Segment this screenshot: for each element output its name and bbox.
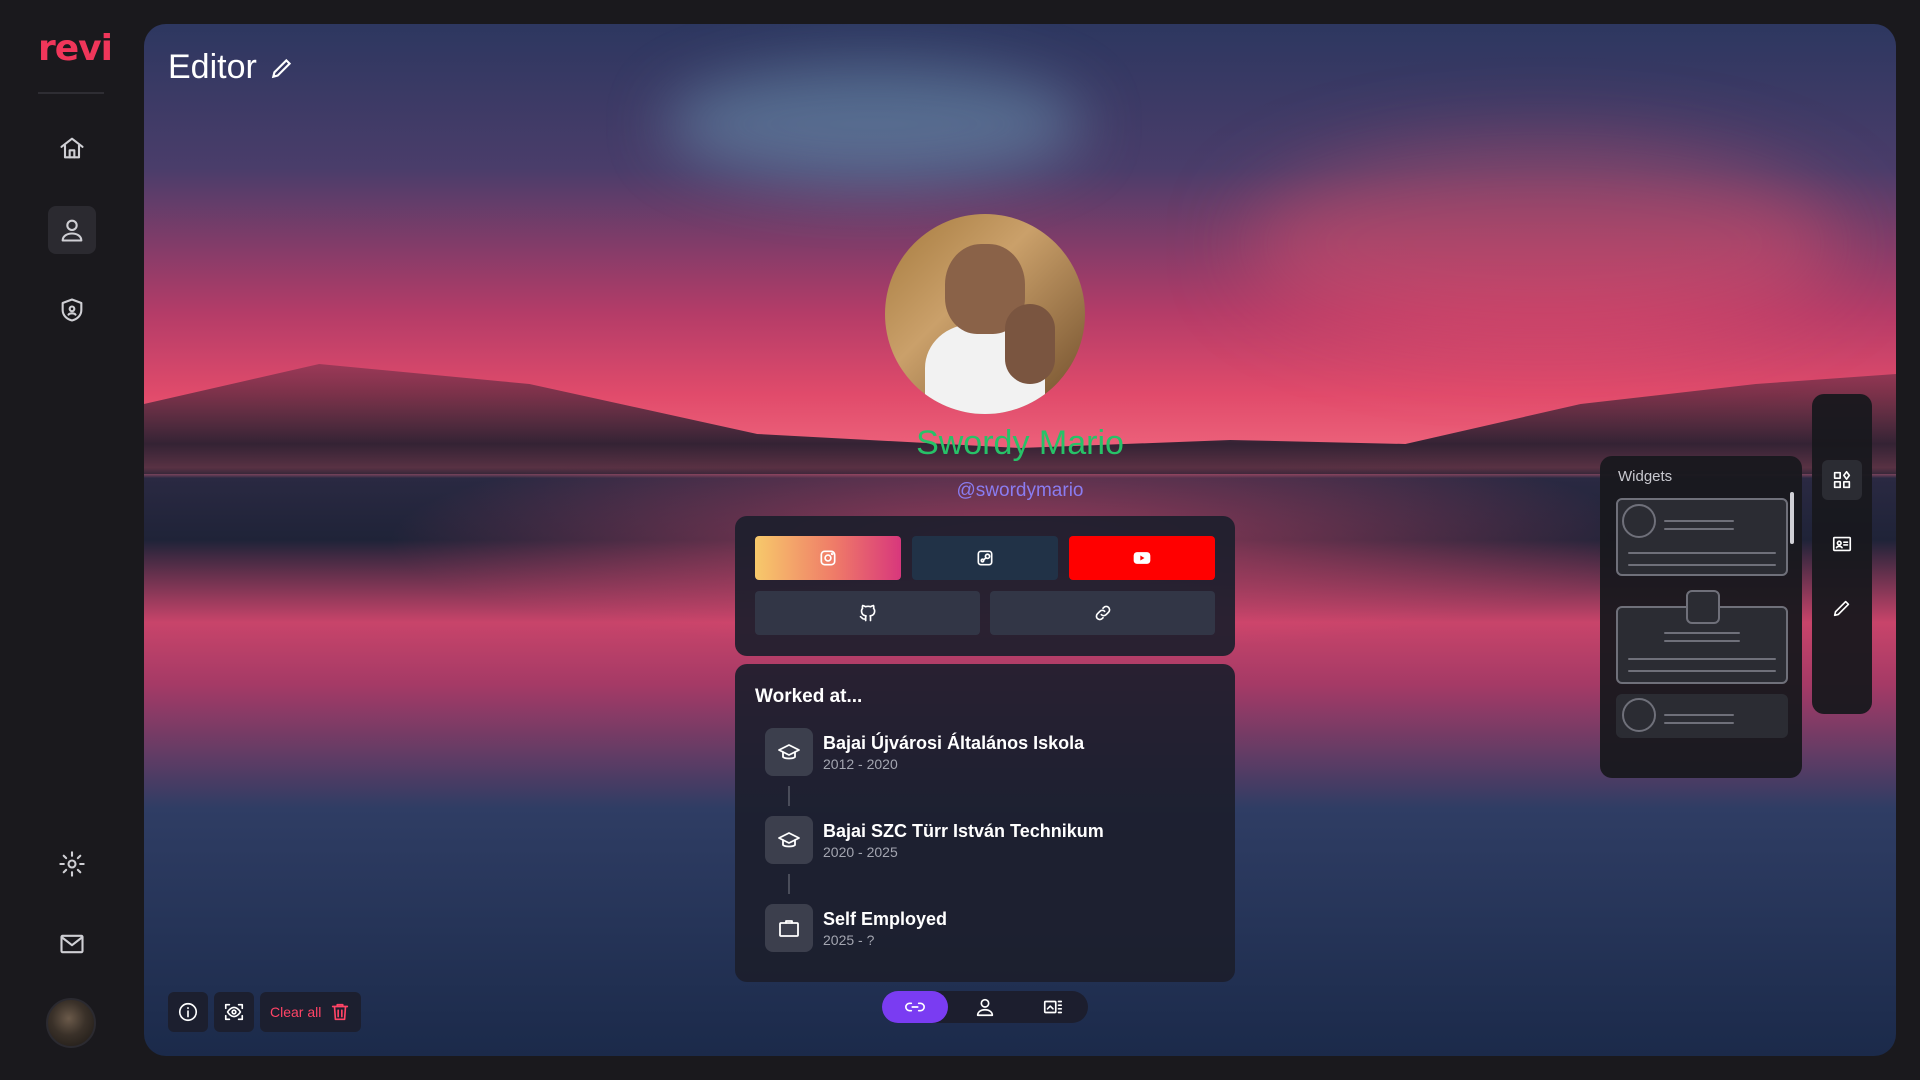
tab-profile[interactable] xyxy=(952,991,1018,1023)
sidebar-item-profile[interactable] xyxy=(48,206,96,254)
job-years: 2012 - 2020 xyxy=(823,756,898,772)
link-icon xyxy=(1095,605,1110,621)
sidebar-item-settings[interactable] xyxy=(48,840,96,888)
id-card-icon xyxy=(1832,536,1852,552)
widget-title: Worked at... xyxy=(755,686,863,707)
tab-layout[interactable] xyxy=(1020,991,1086,1023)
list-item[interactable]: Self Employed 2025 - ? xyxy=(765,904,1215,952)
youtube-icon xyxy=(1133,552,1151,564)
widgets-label: Widgets xyxy=(1618,468,1673,485)
github-icon xyxy=(859,604,875,622)
editor-title-text: Editor xyxy=(168,48,257,86)
instagram-icon xyxy=(820,550,836,566)
github-link-button[interactable] xyxy=(755,591,980,635)
custom-link-button[interactable] xyxy=(990,591,1215,635)
divider xyxy=(38,92,104,94)
tab-links[interactable] xyxy=(882,991,948,1023)
pencil-icon xyxy=(1833,600,1850,617)
preview-button[interactable] xyxy=(214,992,254,1032)
work-history-widget[interactable]: Worked at... Bajai Újvárosi Általános Is… xyxy=(735,664,1235,982)
job-name: Self Employed xyxy=(823,909,948,929)
links-widget[interactable] xyxy=(735,516,1235,656)
user-icon xyxy=(61,219,83,242)
layout-icon xyxy=(1043,1000,1063,1014)
instagram-link-button[interactable] xyxy=(755,536,901,580)
job-years: 2025 - ? xyxy=(823,932,875,948)
widget-template-card[interactable] xyxy=(1616,590,1788,684)
sidebar-item-mail[interactable] xyxy=(48,920,96,968)
editor-tools-bar xyxy=(1812,394,1872,714)
info-button[interactable] xyxy=(168,992,208,1032)
info-icon xyxy=(178,1002,198,1022)
app-logo[interactable]: revi xyxy=(38,28,113,69)
profile-card-tool-button[interactable] xyxy=(1822,524,1862,564)
sidebar: revi xyxy=(0,0,144,1080)
timeline-connector xyxy=(788,874,790,894)
scrollbar[interactable] xyxy=(1790,492,1794,544)
view-switcher xyxy=(882,991,1088,1023)
list-item[interactable]: Bajai SZC Türr István Technikum 2020 - 2… xyxy=(765,816,1215,864)
graduation-cap-icon xyxy=(778,744,800,760)
job-name: Bajai Újvárosi Általános Iskola xyxy=(823,733,1085,753)
page-title: Editor xyxy=(168,48,295,87)
editor-canvas: Editor Swordy Mario @swordymario Worked … xyxy=(144,24,1896,1056)
link-icon xyxy=(905,1002,925,1012)
mail-icon xyxy=(60,934,84,954)
list-item[interactable]: Bajai Újvárosi Általános Iskola 2012 - 2… xyxy=(765,728,1215,776)
user-icon xyxy=(976,998,994,1017)
clear-all-button[interactable]: Clear all xyxy=(260,992,362,1032)
profile-picture[interactable] xyxy=(885,214,1085,414)
sidebar-item-security[interactable] xyxy=(48,286,96,334)
background-cloud xyxy=(664,64,1084,184)
sidebar-item-home[interactable] xyxy=(48,124,96,172)
job-years: 2020 - 2025 xyxy=(823,844,898,860)
background-cloud xyxy=(1244,144,1844,344)
trash-icon xyxy=(332,1003,349,1021)
gear-icon xyxy=(59,851,85,877)
pencil-icon[interactable] xyxy=(269,55,295,81)
steam-link-button[interactable] xyxy=(912,536,1058,580)
steam-icon xyxy=(977,550,993,566)
shield-icon xyxy=(61,298,83,322)
clear-all-label: Clear all xyxy=(270,1004,322,1020)
briefcase-icon xyxy=(779,920,799,937)
youtube-link-button[interactable] xyxy=(1069,536,1215,580)
graduation-cap-icon xyxy=(778,832,800,848)
widgets-icon xyxy=(1833,470,1851,489)
eye-scan-icon xyxy=(224,1003,244,1021)
timeline-connector xyxy=(788,786,790,806)
widget-template-compact[interactable] xyxy=(1616,694,1788,738)
job-name: Bajai SZC Türr István Technikum xyxy=(823,821,1104,841)
home-icon xyxy=(60,137,84,159)
widget-template-list[interactable] xyxy=(1616,498,1788,576)
user-avatar[interactable] xyxy=(46,998,96,1048)
widgets-panel: Widgets xyxy=(1600,456,1802,778)
edit-tool-button[interactable] xyxy=(1822,588,1862,628)
widgets-tool-button[interactable] xyxy=(1822,460,1862,500)
